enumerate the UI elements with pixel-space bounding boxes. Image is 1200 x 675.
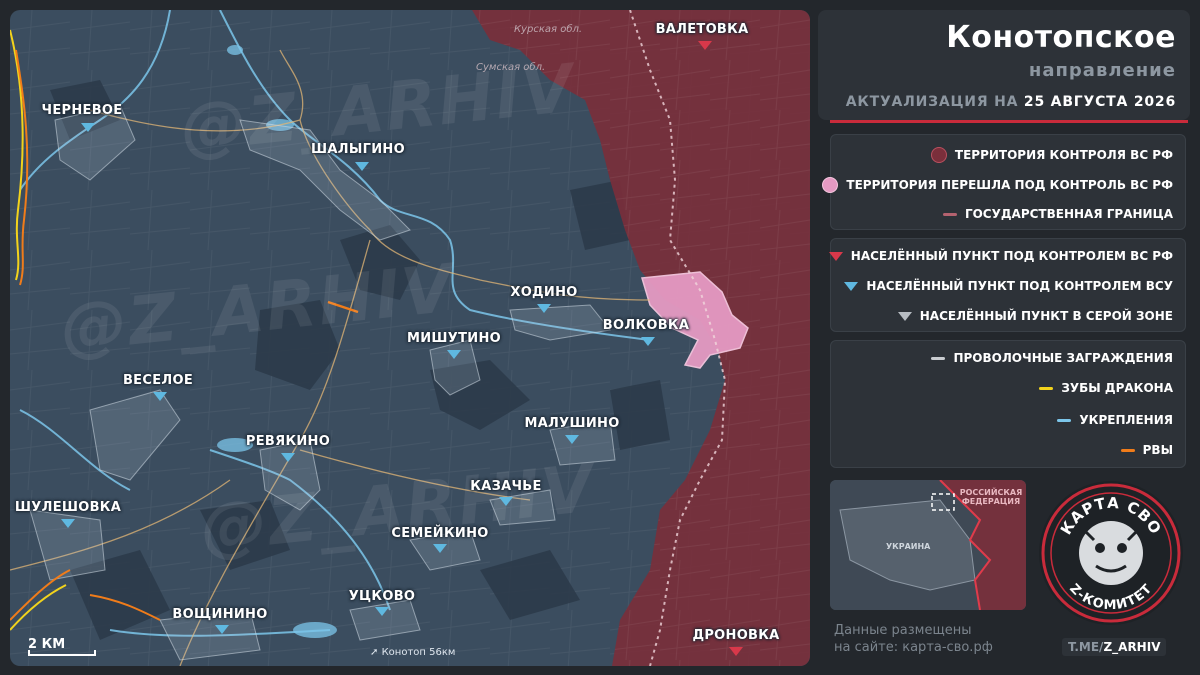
ua-settlement-marker-icon bbox=[844, 281, 859, 291]
ditch-line-swatch bbox=[1120, 448, 1135, 452]
update-date-value: 25 АВГУСТА 2026 bbox=[1023, 94, 1176, 110]
legend-item-ru-territory: ТЕРРИТОРИЯ КОНТРОЛЯ ВС РФ bbox=[930, 147, 1173, 163]
road-distance-note: ➚ Конотоп 56км bbox=[370, 647, 455, 658]
legend-label: ГОСУДАРСТВЕННАЯ ГРАНИЦА bbox=[964, 207, 1173, 221]
settlement-ua-marker bbox=[565, 435, 579, 444]
telegram-prefix: T.ME/ bbox=[1068, 640, 1104, 654]
legend-label: ТЕРРИТОРИЯ КОНТРОЛЯ ВС РФ bbox=[954, 148, 1173, 162]
footer-line-2[interactable]: на сайте: карта-сво.рф bbox=[834, 639, 993, 656]
legend-label: НАСЕЛЁННЫЙ ПУНКТ ПОД КОНТРОЛЕМ ВС РФ bbox=[850, 249, 1173, 263]
legend-fortifications: ПРОВОЛОЧНЫЕ ЗАГРАЖДЕНИЯ ЗУБЫ ДРАКОНА УКР… bbox=[830, 340, 1186, 468]
legend-settlements: НАСЕЛЁННЫЙ ПУНКТ ПОД КОНТРОЛЕМ ВС РФ НАС… bbox=[828, 238, 1186, 332]
grey-settlement-marker-icon bbox=[897, 311, 912, 321]
ru-territory-swatch bbox=[930, 147, 947, 163]
emblem-logo-icon: КАРТА СВО Z-КОМИТЕТ bbox=[1039, 481, 1183, 625]
settlement-kazachye-label: КАЗАЧЬЕ bbox=[470, 479, 542, 494]
footer-line-1: Данные размещены bbox=[834, 623, 972, 638]
legend-territory: ТЕРРИТОРИЯ КОНТРОЛЯ ВС РФ ТЕРРИТОРИЯ ПЕР… bbox=[822, 134, 1186, 230]
settlement-semeikino-label: СЕМЕЙКИНО bbox=[391, 526, 489, 541]
update-date: АКТУАЛИЗАЦИЯ НА 25 АВГУСТА 2026 bbox=[846, 94, 1176, 110]
legend-item-ua-settlement: НАСЕЛЁННЫЙ ПУНКТ ПОД КОНТРОЛЕМ ВСУ bbox=[844, 279, 1173, 293]
wire-line-swatch bbox=[931, 356, 946, 360]
captured-territory-swatch bbox=[822, 177, 839, 193]
settlement-dronovka-label: ДРОНОВКА bbox=[692, 628, 780, 643]
header-card: Конотопское направление АКТУАЛИЗАЦИЯ НА … bbox=[818, 10, 1190, 120]
ru-settlement-marker-icon bbox=[828, 251, 843, 261]
settlement-shalygino-label: ШАЛЫГИНО bbox=[311, 142, 405, 157]
update-prefix: АКТУАЛИЗАЦИЯ НА bbox=[845, 94, 1019, 110]
settlement-ua-marker bbox=[537, 304, 551, 313]
overview-inset-map[interactable]: РОССИЙСКАЯ ФЕДЕРАЦИЯ УКРАИНА bbox=[830, 480, 1026, 610]
settlement-ua-marker bbox=[375, 607, 389, 616]
page-subtitle: направление bbox=[1028, 60, 1176, 81]
settlement-ua-marker bbox=[433, 544, 447, 553]
settlement-ua-marker bbox=[215, 625, 229, 634]
karta-svo-emblem: КАРТА СВО Z-КОМИТЕТ bbox=[1036, 478, 1186, 628]
legend-item-fortifications: УКРЕПЛЕНИЯ bbox=[1057, 413, 1173, 427]
region-label-sumy: Сумская обл. bbox=[476, 62, 546, 73]
settlement-ua-marker bbox=[641, 337, 655, 346]
settlement-utskovo-label: УЦКОВО bbox=[348, 589, 416, 604]
inset-label-russia: РОССИЙСКАЯ ФЕДЕРАЦИЯ bbox=[959, 488, 1023, 506]
settlement-ua-marker bbox=[499, 497, 513, 506]
legend-label: ТЕРРИТОРИЯ ПЕРЕШЛА ПОД КОНТРОЛЬ ВС РФ bbox=[846, 178, 1173, 192]
legend-item-wire: ПРОВОЛОЧНЫЕ ЗАГРАЖДЕНИЯ bbox=[931, 351, 1173, 365]
legend-item-dragon-teeth: ЗУБЫ ДРАКОНА bbox=[1039, 381, 1173, 395]
dragon-teeth-line-swatch bbox=[1039, 386, 1054, 390]
road-distance-text: Конотоп 56км bbox=[381, 647, 456, 658]
legend-item-captured-territory: ТЕРРИТОРИЯ ПЕРЕШЛА ПОД КОНТРОЛЬ ВС РФ bbox=[822, 177, 1173, 193]
telegram-handle: Z_ARHIV bbox=[1103, 640, 1161, 654]
settlement-volkovka-label: ВОЛКОВКА bbox=[602, 318, 690, 333]
settlement-ua-marker bbox=[447, 350, 461, 359]
legend-label: НАСЕЛЁННЫЙ ПУНКТ В СЕРОЙ ЗОНЕ bbox=[919, 309, 1173, 323]
settlement-ua-marker bbox=[355, 162, 369, 171]
legend-label: РВЫ bbox=[1142, 443, 1173, 457]
legend-item-grey-settlement: НАСЕЛЁННЫЙ ПУНКТ В СЕРОЙ ЗОНЕ bbox=[897, 309, 1173, 323]
settlement-ua-marker bbox=[153, 392, 167, 401]
fortification-line-swatch bbox=[1057, 418, 1072, 422]
settlement-ua-marker bbox=[61, 519, 75, 528]
footer-website-note: Данные размещены на сайте: карта-сво.рф bbox=[834, 622, 993, 656]
settlement-ru-marker bbox=[729, 647, 743, 656]
settlement-valetovka-label: ВАЛЕТОВКА bbox=[655, 22, 749, 37]
scale-bar bbox=[28, 650, 96, 656]
region-label-kursk: Курская обл. bbox=[514, 24, 583, 35]
settlement-chernevoe-label: ЧЕРНЕВОЕ bbox=[41, 103, 123, 118]
page-title: Конотопское bbox=[946, 20, 1176, 55]
settlement-ua-marker bbox=[81, 123, 95, 132]
legend-label: ПРОВОЛОЧНЫЕ ЗАГРАЖДЕНИЯ bbox=[953, 351, 1173, 365]
legend-label: НАСЕЛЁННЫЙ ПУНКТ ПОД КОНТРОЛЕМ ВСУ bbox=[866, 279, 1173, 293]
map-canvas[interactable]: @Z_ARHIV @Z_ARHIV @Z_ARHIV Курская обл. … bbox=[10, 10, 810, 666]
legend-label: УКРЕПЛЕНИЯ bbox=[1079, 413, 1173, 427]
settlement-shuleshovka-label: ШУЛЕШОВКА bbox=[14, 500, 122, 515]
legend-item-ru-settlement: НАСЕЛЁННЫЙ ПУНКТ ПОД КОНТРОЛЕМ ВС РФ bbox=[828, 249, 1173, 263]
settlement-revyakino-label: РЕВЯКИНО bbox=[245, 434, 331, 449]
settlement-ua-marker bbox=[281, 453, 295, 462]
settlement-malushino-label: МАЛУШИНО bbox=[524, 416, 620, 431]
legend-item-ditches: РВЫ bbox=[1120, 443, 1173, 457]
settlement-mishutino-label: МИШУТИНО bbox=[407, 331, 501, 346]
settlement-voshchinino-label: ВОЩИНИНО bbox=[172, 607, 268, 622]
settlement-khodino-label: ХОДИНО bbox=[510, 285, 578, 300]
settlement-ru-marker bbox=[698, 41, 712, 50]
settlement-veseloe-label: ВЕСЕЛОЕ bbox=[122, 373, 194, 388]
header-divider bbox=[830, 120, 1188, 123]
arrow-icon: ➚ bbox=[370, 647, 379, 658]
legend-label: ЗУБЫ ДРАКОНА bbox=[1061, 381, 1173, 395]
legend-item-state-border: ГОСУДАРСТВЕННАЯ ГРАНИЦА bbox=[942, 207, 1173, 221]
telegram-link[interactable]: T.ME/Z_ARHIV bbox=[1062, 638, 1167, 656]
border-line-swatch bbox=[942, 212, 957, 216]
inset-label-ukraine: УКРАИНА bbox=[886, 542, 931, 551]
